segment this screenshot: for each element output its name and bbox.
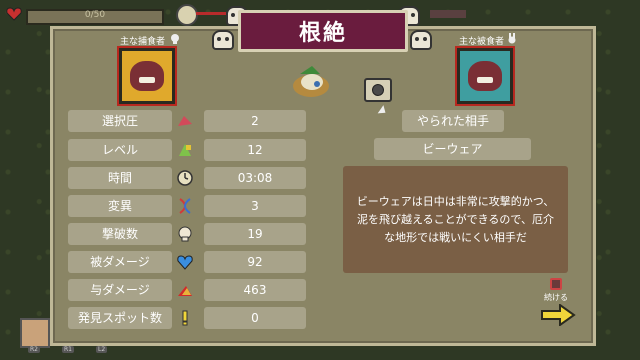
rabbit-icon [508,33,516,44]
prey-portrait[interactable] [455,46,515,106]
stat-label: 被ダメージ [68,251,172,273]
page-title: 根絶 [298,21,347,46]
stat-value: 0 [204,307,306,329]
stat-value: 03:08 [204,167,306,189]
stat-label: 時間 [68,167,172,189]
ability-slot-icon[interactable] [20,318,50,348]
button-tag: R2 [28,346,40,353]
clock-icon [176,4,198,26]
player-creature-icon [293,66,329,97]
stat-row-spots-found: 発見スポット数 0 [68,307,308,329]
prey-label: 主な被食者 [459,37,505,47]
stat-value: 3 [204,195,306,217]
health-text: 0/50 [84,10,106,20]
beeware-creature-icon [468,61,502,91]
selection-pressure-icon [178,116,192,126]
camera-icon[interactable] [364,78,392,102]
continue-label: 続ける [544,293,568,302]
stat-value: 12 [204,139,306,161]
skull-icon [410,30,432,50]
stat-label: 発見スポット数 [68,307,172,329]
button-hint-icon [550,278,562,290]
skull-small-icon [171,34,179,44]
stat-row-level: レベル 12 [68,139,308,161]
stat-value: 463 [204,279,306,301]
title-banner: 根絶 [238,10,408,52]
button-tag: L2 [96,346,108,353]
stat-row-mutation: 変異 3 [68,195,308,217]
stat-label: 変異 [68,195,172,217]
stat-row-selection-pressure: 選択圧 2 [68,110,308,132]
level-icon [179,144,191,156]
stat-label: レベル [68,139,172,161]
claw-icon [178,286,192,296]
stat-row-kills: 撃破数 19 [68,223,308,245]
skull-icon [212,30,234,50]
blue-heart-icon [177,255,193,270]
stat-value: 19 [204,223,306,245]
creature-name: ビーウェア [374,138,531,160]
stat-label: 選択圧 [68,110,172,132]
stat-row-time: 時間 03:08 [68,167,308,189]
stat-label: 撃破数 [68,223,172,245]
continue-arrow-button[interactable] [540,304,576,326]
stat-row-damage-taken: 被ダメージ 92 [68,251,308,273]
predator-label: 主な捕食者 [120,37,166,47]
stat-row-damage-dealt: 与ダメージ 463 [68,279,308,301]
health-bar: 0/50 [26,9,164,25]
exclamation-icon [182,310,188,326]
stat-value: 2 [204,110,306,132]
button-tag: R1 [62,346,74,353]
beeware-creature-icon [130,61,164,91]
hud-right-bar [430,10,466,18]
stat-label: 与ダメージ [68,279,172,301]
heart-icon [6,7,22,21]
skull-icon [178,226,192,242]
predator-portrait[interactable] [117,46,177,106]
stat-value: 92 [204,251,306,273]
clock-icon [177,170,193,186]
dna-icon [179,198,191,214]
description-text: ビーウェアは日中は非常に攻撃的かつ、泥を飛び越えることができるので、厄介な地形で… [356,194,555,244]
timer-bar [196,12,226,15]
tab-killed-by[interactable]: やられた相手 [402,110,504,132]
creature-description: ビーウェアは日中は非常に攻撃的かつ、泥を飛び越えることができるので、厄介な地形で… [343,166,568,273]
